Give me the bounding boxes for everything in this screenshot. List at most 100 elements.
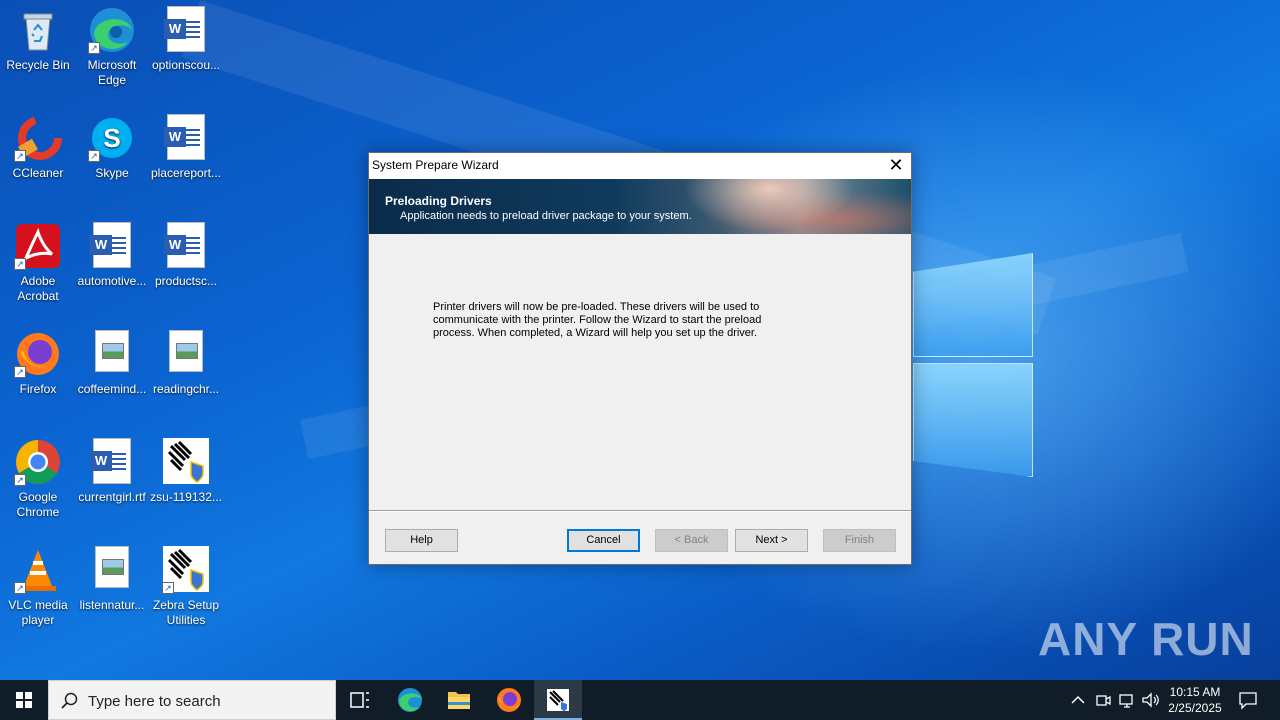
icon-label: optionscou...: [151, 58, 221, 72]
zebra-installer-icon: ↗: [162, 546, 210, 594]
desktop-icon-productsc[interactable]: W productsc...: [148, 222, 224, 289]
wizard-header-title: Preloading Drivers: [385, 194, 492, 208]
icon-label: CCleaner: [12, 166, 64, 180]
skype-icon: S ↗: [88, 114, 136, 162]
icon-label: Firefox: [19, 382, 57, 396]
dialog-separator: [369, 510, 911, 512]
icon-label: Google Chrome: [16, 490, 60, 519]
firefox-icon: ↗: [14, 330, 62, 378]
shortcut-arrow-icon: ↗: [162, 582, 174, 594]
taskbar-firefox[interactable]: [485, 680, 533, 720]
desktop-icon-microsoft-edge[interactable]: ↗ Microsoft Edge: [74, 6, 150, 88]
logo-pane: [913, 253, 1033, 357]
shortcut-arrow-icon: ↗: [88, 150, 100, 162]
logo-pane: [913, 363, 1033, 477]
acrobat-icon: ↗: [14, 222, 62, 270]
body-line: Printer drivers will now be pre-loaded. …: [433, 301, 760, 313]
chevron-up-icon[interactable]: [1070, 693, 1086, 707]
network-icon[interactable]: [1118, 691, 1136, 709]
desktop-icon-vlc[interactable]: ↗ VLC media player: [0, 546, 76, 628]
taskbar-clock[interactable]: 10:15 AM 2/25/2025: [1160, 684, 1230, 716]
search-placeholder: Type here to search: [88, 693, 221, 710]
close-icon[interactable]: ✕: [881, 153, 911, 179]
vlc-icon: ↗: [14, 546, 62, 594]
image-file-icon: [88, 330, 136, 378]
meet-now-icon[interactable]: [1094, 691, 1112, 709]
taskbar-edge[interactable]: [386, 680, 434, 720]
desktop-icon-coffeemind[interactable]: coffeemind...: [74, 330, 150, 397]
recycle-bin-icon: [14, 6, 62, 54]
help-button[interactable]: Help: [385, 529, 458, 552]
desktop-icon-firefox[interactable]: ↗ Firefox: [0, 330, 76, 397]
taskbar: Type here to search 10:15 AM 2/25/2025: [0, 680, 1280, 720]
shortcut-arrow-icon: ↗: [14, 258, 26, 270]
icon-label: currentgirl.rtf: [78, 490, 146, 504]
icon-label: VLC media player: [8, 598, 68, 627]
desktop-icon-ccleaner[interactable]: ↗ CCleaner: [0, 114, 76, 181]
start-button[interactable]: [0, 680, 48, 720]
dialog-title: System Prepare Wizard: [372, 158, 499, 172]
desktop-icon-skype[interactable]: S ↗ Skype: [74, 114, 150, 181]
icon-label: coffeemind...: [77, 382, 147, 396]
word-document-icon: W: [88, 438, 136, 486]
taskbar-search-box[interactable]: Type here to search: [48, 680, 336, 720]
task-view-button[interactable]: [336, 680, 384, 720]
chrome-icon: ↗: [14, 438, 62, 486]
image-file-icon: [88, 546, 136, 594]
firefox-icon: [497, 688, 521, 712]
taskbar-file-explorer[interactable]: [435, 680, 483, 720]
desktop-icon-zsu[interactable]: zsu-119132...: [148, 438, 224, 505]
icon-label: Microsoft Edge: [87, 58, 137, 87]
icon-label: placereport...: [150, 166, 222, 180]
desktop-icon-adobe-acrobat[interactable]: ↗ Adobe Acrobat: [0, 222, 76, 304]
shortcut-arrow-icon: ↗: [14, 474, 26, 486]
icon-label: Adobe Acrobat: [17, 274, 59, 303]
body-line: process. When completed, a Wizard will h…: [433, 327, 758, 339]
back-button: < Back: [655, 529, 728, 552]
body-line: communicate with the printer. Follow the…: [433, 314, 762, 326]
word-document-icon: W: [162, 222, 210, 270]
edge-icon: ↗: [88, 6, 136, 54]
icon-label: productsc...: [154, 274, 218, 288]
desktop-icon-placereport[interactable]: W placereport...: [148, 114, 224, 181]
desktop-icon-automotive[interactable]: W automotive...: [74, 222, 150, 289]
icon-label: zsu-119132...: [150, 490, 222, 504]
folder-icon: [448, 692, 470, 709]
ccleaner-icon: ↗: [14, 114, 62, 162]
shortcut-arrow-icon: ↗: [14, 582, 26, 594]
wizard-body-text: Printer drivers will now be pre-loaded. …: [433, 301, 813, 340]
shortcut-arrow-icon: ↗: [14, 150, 26, 162]
desktop-icon-google-chrome[interactable]: ↗ Google Chrome: [0, 438, 76, 520]
desktop-icon-listennatur[interactable]: listennatur...: [74, 546, 150, 613]
word-document-icon: W: [162, 114, 210, 162]
dialog-titlebar[interactable]: System Prepare Wizard ✕: [369, 153, 911, 179]
clock-date: 2/25/2025: [1168, 701, 1222, 715]
desktop-icon-readingchr[interactable]: readingchr...: [148, 330, 224, 397]
desktop-icon-currentgirl[interactable]: W currentgirl.rtf: [74, 438, 150, 505]
next-button[interactable]: Next >: [735, 529, 808, 552]
edge-icon: [398, 688, 422, 712]
icon-label: listennatur...: [79, 598, 145, 612]
zebra-installer-icon: [547, 689, 569, 711]
cancel-button[interactable]: Cancel: [567, 529, 640, 552]
notification-center-icon[interactable]: [1238, 690, 1258, 710]
volume-icon[interactable]: [1141, 691, 1161, 709]
wizard-header-banner: Preloading Drivers Application needs to …: [369, 179, 911, 234]
task-view-icon: [350, 692, 369, 708]
windows-start-icon: [16, 692, 32, 708]
wallpaper-windows-logo: [905, 235, 1035, 485]
wizard-header-subtitle: Application needs to preload driver pack…: [400, 210, 692, 222]
anyrun-watermark: ANY RUN: [1038, 613, 1254, 665]
finish-button: Finish: [823, 529, 896, 552]
desktop-icon-recycle-bin[interactable]: Recycle Bin: [0, 6, 76, 73]
icon-label: automotive...: [77, 274, 147, 288]
svg-text:S: S: [103, 123, 120, 153]
system-prepare-wizard-dialog: System Prepare Wizard ✕ Preloading Drive…: [368, 152, 912, 565]
icon-label: Zebra Setup Utilities: [152, 598, 220, 627]
clock-time: 10:15 AM: [1169, 685, 1221, 699]
desktop-icon-optionscou[interactable]: W optionscou...: [148, 6, 224, 73]
icon-label: readingchr...: [152, 382, 220, 396]
word-document-icon: W: [88, 222, 136, 270]
desktop-icon-zebra-setup-utilities[interactable]: ↗ Zebra Setup Utilities: [148, 546, 224, 628]
taskbar-zebra-wizard[interactable]: [534, 680, 582, 720]
